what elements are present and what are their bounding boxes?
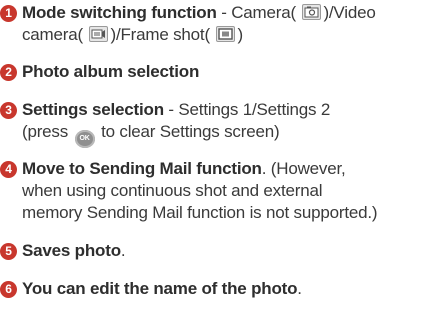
item-text-part: Camera( xyxy=(231,3,296,22)
item-number-badge: 2 xyxy=(0,64,17,81)
item-text-part: Settings 1/Settings 2 xyxy=(178,100,331,119)
item-title: Mode switching function xyxy=(22,3,217,22)
camera-icon xyxy=(302,4,322,20)
frame-shot-icon xyxy=(216,26,236,42)
item-text-part: )/Frame shot( xyxy=(110,25,210,44)
item-number-badge: 3 xyxy=(0,102,17,119)
video-camera-icon xyxy=(89,26,109,42)
item-text-part: when using continuous shot and external xyxy=(22,181,323,200)
item-number-badge: 4 xyxy=(0,161,17,178)
item-number-badge: 6 xyxy=(0,281,17,298)
item-text: Saves photo. xyxy=(22,240,433,262)
item-text-part: . xyxy=(297,279,302,298)
item-text-part: memory Sending Mail function is not supp… xyxy=(22,203,378,222)
item-text: Settings selection - Settings 1/Settings… xyxy=(22,99,433,148)
item-text-part: camera( xyxy=(22,25,83,44)
item-text: You can edit the name of the photo. xyxy=(22,278,433,300)
item-text-part: (press xyxy=(22,122,69,141)
item-title: You can edit the name of the photo xyxy=(22,279,298,298)
item-title: Settings selection xyxy=(22,100,164,119)
item-text: Mode switching function - Camera( )/Vide… xyxy=(22,2,433,46)
item-text-part: )/Video xyxy=(323,3,376,22)
item-title: Move to Sending Mail function xyxy=(22,159,262,178)
item-number-badge: 1 xyxy=(0,5,17,22)
item-text-part: . (However, xyxy=(261,159,346,178)
item-title: Saves photo xyxy=(22,241,121,260)
item-text-part: to clear Settings screen) xyxy=(101,122,280,141)
item-number-badge: 5 xyxy=(0,243,17,260)
item-text: Photo album selection xyxy=(22,61,433,83)
item-text-part: ) xyxy=(237,25,243,44)
item-title: Photo album selection xyxy=(22,62,200,81)
item-separator: - xyxy=(216,3,232,22)
item-text-part: . xyxy=(120,241,126,260)
item-text: Move to Sending Mail function. (However,… xyxy=(22,158,433,224)
ok-key-icon: OK xyxy=(74,130,95,148)
item-separator: - xyxy=(163,100,179,119)
